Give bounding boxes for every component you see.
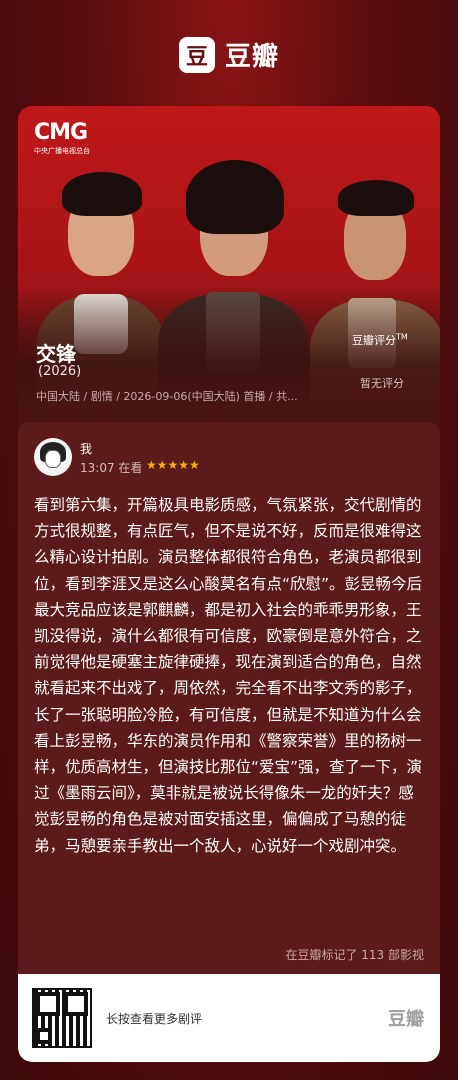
rating-stars: ★★★★★: [146, 458, 200, 472]
brand-name: 豆瓣: [224, 42, 279, 72]
douban-header: 豆 豆瓣: [0, 36, 458, 73]
cmg-logo-subtext: 中央广播电视总台: [34, 147, 90, 155]
douban-rating-value: 暂无评分: [360, 377, 404, 390]
douban-rating-label: 豆瓣评分TM: [352, 332, 408, 348]
drama-poster: CMG 中央广播电视总台 交锋 (2026) 中国大陆 / 剧情 / 2026-…: [18, 106, 440, 406]
review-time-status: 13:07 在看: [80, 461, 143, 475]
review-text: 看到第六集，开篇极具电影质感，气氛紧张，交代剧情的方式很规整，有点匠气，但不是说…: [34, 496, 423, 855]
avatar: [34, 438, 72, 476]
reviewer-name: 我: [80, 442, 93, 456]
share-footer: 长按查看更多剧评 豆瓣: [18, 974, 440, 1062]
share-card: CMG 中央广播电视总台 交锋 (2026) 中国大陆 / 剧情 / 2026-…: [18, 106, 440, 1062]
rating-label-text: 豆瓣评分: [352, 334, 396, 347]
qr-code-icon[interactable]: [32, 988, 92, 1048]
douban-logo-icon: 豆: [178, 36, 215, 73]
cmg-logo: CMG 中央广播电视总台: [34, 120, 90, 156]
marked-count: 在豆瓣标记了 113 部影视: [285, 948, 424, 962]
long-press-hint: 长按查看更多剧评: [106, 1012, 203, 1026]
drama-meta: 中国大陆 / 剧情 / 2026-09-06(中国大陆) 首播 / 共...: [36, 390, 298, 403]
cmg-logo-text: CMG: [34, 120, 88, 145]
review-panel: 我 13:07 在看 ★★★★★ 看到第六集，开篇极具电影质感，气氛紧张，交代剧…: [18, 422, 440, 974]
drama-title: 交锋: [36, 342, 76, 366]
douban-footer-logo: 豆瓣: [388, 1009, 424, 1030]
drama-year: (2026): [38, 364, 82, 379]
rating-tm-mark: TM: [396, 332, 408, 342]
